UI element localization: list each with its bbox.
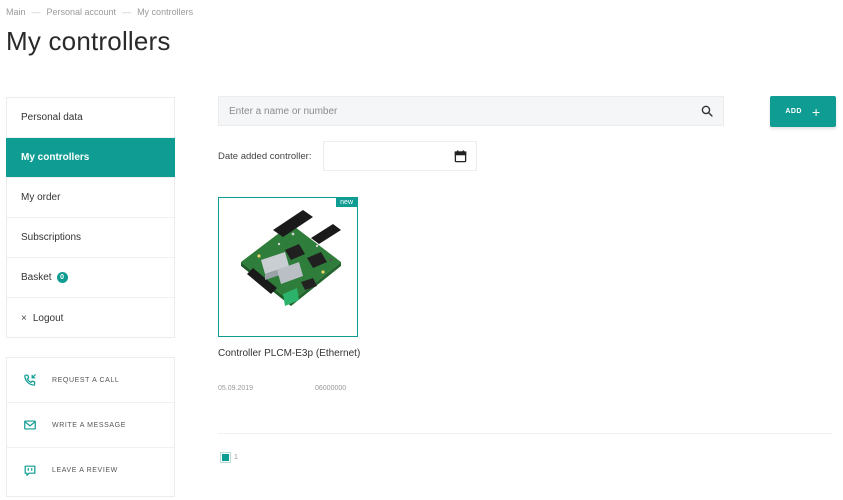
search-input[interactable] bbox=[229, 105, 701, 117]
breadcrumb-separator: — bbox=[122, 7, 132, 17]
breadcrumb-personal-account[interactable]: Personal account bbox=[47, 7, 117, 17]
page-title: My controllers bbox=[6, 26, 171, 56]
envelope-icon bbox=[24, 420, 36, 430]
chat-icon bbox=[24, 465, 36, 476]
leave-review-link[interactable]: LEAVE A REVIEW bbox=[7, 448, 174, 493]
breadcrumb-separator: — bbox=[31, 7, 41, 17]
new-badge: new bbox=[336, 198, 357, 207]
contact-item-label: WRITE A MESSAGE bbox=[52, 421, 126, 429]
sidebar-item-label: Subscriptions bbox=[21, 232, 82, 243]
product-name[interactable]: Controller PLCM-E3p (Ethernet) bbox=[218, 346, 368, 361]
plus-icon: + bbox=[811, 103, 821, 120]
add-button-label: ADD bbox=[785, 108, 802, 115]
breadcrumb-current: My controllers bbox=[137, 7, 194, 17]
breadcrumb: Main — Personal account — My controllers bbox=[6, 7, 193, 17]
sidebar-item-label: Basket bbox=[21, 272, 52, 283]
page-number[interactable]: 1 bbox=[234, 454, 238, 461]
sidebar-item-basket[interactable]: Basket 0 bbox=[7, 258, 174, 298]
request-call-link[interactable]: REQUEST A CALL bbox=[7, 358, 174, 403]
sidebar-item-label: Logout bbox=[32, 312, 64, 324]
sidebar-item-my-controllers[interactable]: My controllers bbox=[6, 138, 175, 178]
breadcrumb-main[interactable]: Main bbox=[6, 7, 26, 17]
product-number: 06000000 bbox=[315, 385, 347, 392]
contact-item-label: LEAVE A REVIEW bbox=[52, 467, 118, 474]
divider bbox=[218, 433, 832, 434]
search-icon[interactable] bbox=[701, 105, 713, 117]
phone-icon bbox=[24, 374, 36, 386]
sidebar-item-label: Personal data bbox=[21, 112, 83, 123]
date-filter-input[interactable] bbox=[323, 141, 477, 171]
sidebar-item-subscriptions[interactable]: Subscriptions bbox=[7, 218, 174, 258]
product-card[interactable]: new bbox=[218, 197, 358, 337]
sidebar-item-label: My controllers bbox=[21, 152, 90, 163]
sidebar-item-logout[interactable]: × Logout bbox=[7, 298, 174, 338]
basket-count-badge: 0 bbox=[56, 272, 68, 283]
account-sidebar: Personal data My controllers My order Su… bbox=[6, 97, 175, 338]
pagination: 1 bbox=[220, 452, 238, 463]
sidebar-item-personal-data[interactable]: Personal data bbox=[7, 98, 174, 138]
controller-board-image bbox=[241, 210, 341, 306]
close-icon: × bbox=[21, 312, 27, 324]
contact-actions: REQUEST A CALL WRITE A MESSAGE LEAVE A R… bbox=[6, 357, 175, 497]
calendar-icon[interactable] bbox=[454, 149, 467, 163]
write-message-link[interactable]: WRITE A MESSAGE bbox=[7, 403, 174, 448]
page-current-indicator bbox=[222, 454, 229, 461]
contact-item-label: REQUEST A CALL bbox=[52, 376, 120, 384]
sidebar-item-my-order[interactable]: My order bbox=[7, 178, 174, 218]
add-controller-button[interactable]: ADD + bbox=[770, 96, 836, 127]
search-box bbox=[218, 96, 724, 126]
sidebar-item-label: My order bbox=[21, 192, 61, 203]
date-filter-label: Date added controller: bbox=[218, 151, 312, 162]
product-date: 05.09.2019 bbox=[218, 385, 254, 392]
page-current-button[interactable] bbox=[220, 452, 231, 463]
